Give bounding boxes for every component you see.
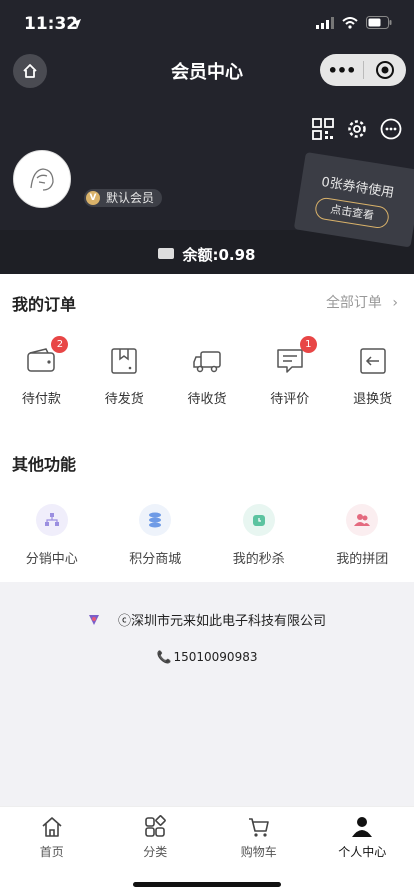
tab-label: 分类 xyxy=(143,845,168,859)
home-icon xyxy=(42,817,62,837)
tab-profile[interactable]: 个人中心 xyxy=(311,815,414,860)
func-points-mall[interactable]: 积分商城 xyxy=(104,504,208,567)
avatar[interactable] xyxy=(13,150,71,208)
review-count-badge: 1 xyxy=(299,336,317,353)
order-item-label: 待收货 xyxy=(187,392,227,407)
functions-section: 其他功能 分销中心 积分商城 我的秒杀 我的拼团 xyxy=(0,434,414,582)
more-icon[interactable]: ••• xyxy=(320,61,363,80)
close-miniprogram-button[interactable] xyxy=(364,60,406,80)
battery-icon xyxy=(366,16,392,29)
func-distribution-center[interactable]: 分销中心 xyxy=(0,504,104,567)
truck-icon xyxy=(192,346,222,376)
avatar-sketch-icon xyxy=(30,168,54,191)
order-item-label: 待付款 xyxy=(21,392,61,407)
all-orders-label: 全部订单 xyxy=(325,295,382,311)
profile-tools xyxy=(312,118,402,140)
order-item-return[interactable]: 退换货 xyxy=(331,346,414,407)
balance-label: 余额:0.98 xyxy=(182,246,256,264)
company-name: ⓒ深圳市元来如此电子科技有限公司 xyxy=(117,614,326,629)
status-bar: 11:32 xyxy=(0,0,414,48)
function-row: 分销中心 积分商城 我的秒杀 我的拼团 xyxy=(0,504,414,567)
group-icon xyxy=(346,504,379,536)
order-item-label: 退换货 xyxy=(353,392,393,407)
org-chart-icon xyxy=(35,504,68,536)
category-icon xyxy=(145,815,167,837)
member-level-badge: V 默认会员 xyxy=(84,189,163,207)
order-status-row: 2 待付款 待发货 待收货 1 待评价 退换货 xyxy=(0,336,414,407)
person-icon xyxy=(352,817,373,837)
settings-gear-icon[interactable] xyxy=(346,118,368,140)
order-item-unpaid[interactable]: 2 待付款 xyxy=(0,336,83,407)
balance-row[interactable]: 余额:0.98 xyxy=(0,244,414,265)
functions-title: 其他功能 xyxy=(12,455,77,474)
location-arrow-icon xyxy=(71,19,81,29)
company-info: ⓒ深圳市元来如此电子科技有限公司 xyxy=(0,610,414,629)
tab-cart[interactable]: 购物车 xyxy=(207,815,311,860)
func-label: 分销中心 xyxy=(25,552,78,567)
phone-icon: 📞 xyxy=(156,650,172,664)
func-label: 我的秒杀 xyxy=(232,552,285,567)
clock-icon xyxy=(242,504,275,536)
home-indicator xyxy=(133,882,281,887)
tab-category[interactable]: 分类 xyxy=(104,815,208,860)
tab-label: 个人中心 xyxy=(338,845,387,859)
contact-phone[interactable]: 📞 15010090983 xyxy=(0,650,414,664)
order-item-to-ship[interactable]: 待发货 xyxy=(83,346,166,407)
target-icon xyxy=(376,61,394,79)
wifi-icon xyxy=(342,16,358,29)
message-icon[interactable] xyxy=(380,118,402,140)
phone-number: 15010090983 xyxy=(173,650,258,664)
order-item-label: 待评价 xyxy=(270,392,310,407)
orders-title: 我的订单 xyxy=(12,295,77,314)
wallet-icon: 2 xyxy=(26,336,69,376)
cart-icon xyxy=(248,818,269,837)
qrcode-icon[interactable] xyxy=(312,118,334,140)
coupon-count-text: 0张券待使用 xyxy=(320,174,396,202)
wallet-icon xyxy=(158,248,175,259)
tab-label: 购物车 xyxy=(240,845,277,859)
tab-label: 首页 xyxy=(39,845,64,859)
miniprogram-capsule: ••• xyxy=(320,54,406,86)
func-label: 积分商城 xyxy=(129,552,182,567)
unpaid-count-badge: 2 xyxy=(51,336,69,353)
orders-section: 我的订单 全部订单 › 2 待付款 待发货 待收货 1 待评价 退换货 xyxy=(0,274,414,434)
company-logo-icon xyxy=(88,614,100,626)
func-label: 我的拼团 xyxy=(336,552,389,567)
all-orders-link[interactable]: 全部订单 › xyxy=(326,292,398,312)
coupon-view-button[interactable]: 点击查看 xyxy=(313,196,391,230)
func-my-group-buy[interactable]: 我的拼团 xyxy=(311,504,414,567)
chevron-right-icon: › xyxy=(392,295,398,311)
vip-icon: V xyxy=(86,191,100,205)
order-item-label: 待发货 xyxy=(104,392,144,407)
member-level-label: 默认会员 xyxy=(106,191,155,205)
order-item-to-review[interactable]: 1 待评价 xyxy=(248,336,331,407)
tab-home[interactable]: 首页 xyxy=(0,815,104,860)
package-icon xyxy=(109,346,139,376)
signal-icon xyxy=(316,16,334,29)
return-icon xyxy=(358,346,388,376)
coins-icon xyxy=(139,504,172,536)
func-my-flash-sale[interactable]: 我的秒杀 xyxy=(207,504,311,567)
order-item-to-receive[interactable]: 待收货 xyxy=(166,346,249,407)
comment-icon: 1 xyxy=(275,336,317,376)
